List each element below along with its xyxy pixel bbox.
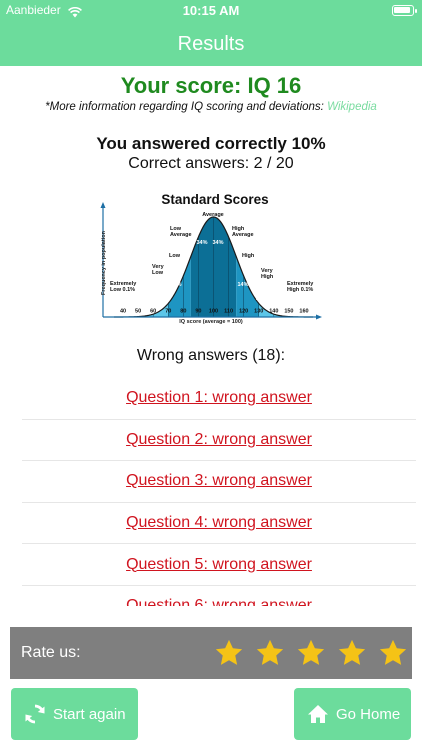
x-tick-label: 140 <box>269 309 278 315</box>
x-tick-label: 80 <box>180 309 186 315</box>
wrong-answer-row[interactable]: Question 6: wrong answer <box>22 586 416 606</box>
label-extremely-high: Extremely High 0.1% <box>287 281 314 293</box>
score-title: Your score: IQ 16 <box>120 73 302 98</box>
start-again-label: Start again <box>53 705 126 723</box>
x-tick-label: 60 <box>150 309 156 315</box>
percent-label: 14% <box>170 282 181 288</box>
correct-answers-count: Correct answers: 2 / 20 <box>128 155 294 172</box>
wrong-answer-row[interactable]: Question 3: wrong answer <box>22 461 416 503</box>
star-icon[interactable] <box>255 638 285 668</box>
go-home-label: Go Home <box>336 705 401 723</box>
nav-title: Results <box>177 33 245 55</box>
x-tick-label: 110 <box>224 309 233 315</box>
label-very-high: Very High <box>261 268 274 280</box>
x-tick-label: 120 <box>239 309 248 315</box>
star-icon[interactable] <box>296 638 326 668</box>
results-screen: Aanbieder 10:15 AM Results Your score: I… <box>0 0 422 750</box>
star-icon[interactable] <box>337 638 367 668</box>
wrong-answer-link-2[interactable]: Question 2: wrong answer <box>126 431 312 449</box>
iq-standard-scores-chart: Standard Scores Frequency in population … <box>100 192 322 325</box>
wrong-answer-link-6[interactable]: Question 6: wrong answer <box>126 597 312 606</box>
percent-label: 2% <box>154 296 162 302</box>
x-tick-label: 130 <box>254 309 263 315</box>
wrong-answers-header: Wrong answers (18): <box>136 347 286 364</box>
chart-y-label: Frequency in population <box>101 230 107 295</box>
status-time: 10:15 AM <box>182 3 240 18</box>
wrong-answer-row[interactable]: Question 1: wrong answer <box>22 378 416 420</box>
x-tick-label: 100 <box>209 309 218 315</box>
percent-label: 34% <box>212 240 223 246</box>
battery-icon <box>392 5 417 16</box>
wrong-answer-row[interactable]: Question 2: wrong answer <box>22 420 416 462</box>
wrong-answer-link-3[interactable]: Question 3: wrong answer <box>126 472 312 490</box>
wrong-answer-row[interactable]: Question 5: wrong answer <box>22 544 416 586</box>
label-average: Average <box>202 212 224 218</box>
label-high: High <box>242 253 255 259</box>
wrong-answer-link-1[interactable]: Question 1: wrong answer <box>126 389 312 407</box>
go-home-button[interactable]: Go Home <box>294 688 411 740</box>
chart-x-label: IQ score (average = 100) <box>179 319 243 325</box>
refresh-icon <box>25 704 45 724</box>
label-very-low: Very Low <box>152 264 165 276</box>
rating-stars[interactable] <box>214 638 408 668</box>
label-high-average: High Average <box>232 226 254 238</box>
start-again-button[interactable]: Start again <box>11 688 138 740</box>
rate-us-bar: Rate us: <box>10 627 412 679</box>
percent-label: 34% <box>196 240 207 246</box>
x-tick-label: 40 <box>120 309 126 315</box>
x-tick-label: 50 <box>135 309 141 315</box>
label-low: Low <box>169 253 181 259</box>
more-info-text: *More information regarding IQ scoring a… <box>45 101 324 113</box>
more-info: *More information regarding IQ scoring a… <box>0 101 422 113</box>
star-icon[interactable] <box>214 638 244 668</box>
wrong-answer-row[interactable]: Question 4: wrong answer <box>22 503 416 545</box>
y-axis-arrow-icon <box>100 202 106 208</box>
nav-bar: Results <box>0 22 422 66</box>
wrong-answer-link-5[interactable]: Question 5: wrong answer <box>126 556 312 574</box>
wrong-answer-link-4[interactable]: Question 4: wrong answer <box>126 514 312 532</box>
status-bar: Aanbieder 10:15 AM <box>0 0 422 22</box>
rate-us-label: Rate us: <box>21 644 81 661</box>
x-tick-label: 150 <box>284 309 293 315</box>
label-low-average: Low Average <box>170 226 192 238</box>
chart-title: Standard Scores <box>161 192 268 207</box>
x-tick-label: 90 <box>195 309 201 315</box>
star-icon[interactable] <box>378 638 408 668</box>
correct-percent: You answered correctly 10% <box>96 134 326 153</box>
percent-label: 14% <box>237 282 248 288</box>
label-extremely-low: Extremely Low 0.1% <box>110 281 137 293</box>
percent-label: 2% <box>256 296 264 302</box>
x-tick-label: 160 <box>299 309 308 315</box>
x-axis-arrow-icon <box>316 314 322 320</box>
x-tick-label: 70 <box>165 309 171 315</box>
wikipedia-link[interactable]: Wikipedia <box>327 101 377 113</box>
home-icon <box>308 705 328 723</box>
wrong-answers-list[interactable]: Question 1: wrong answer Question 2: wron… <box>0 378 422 606</box>
